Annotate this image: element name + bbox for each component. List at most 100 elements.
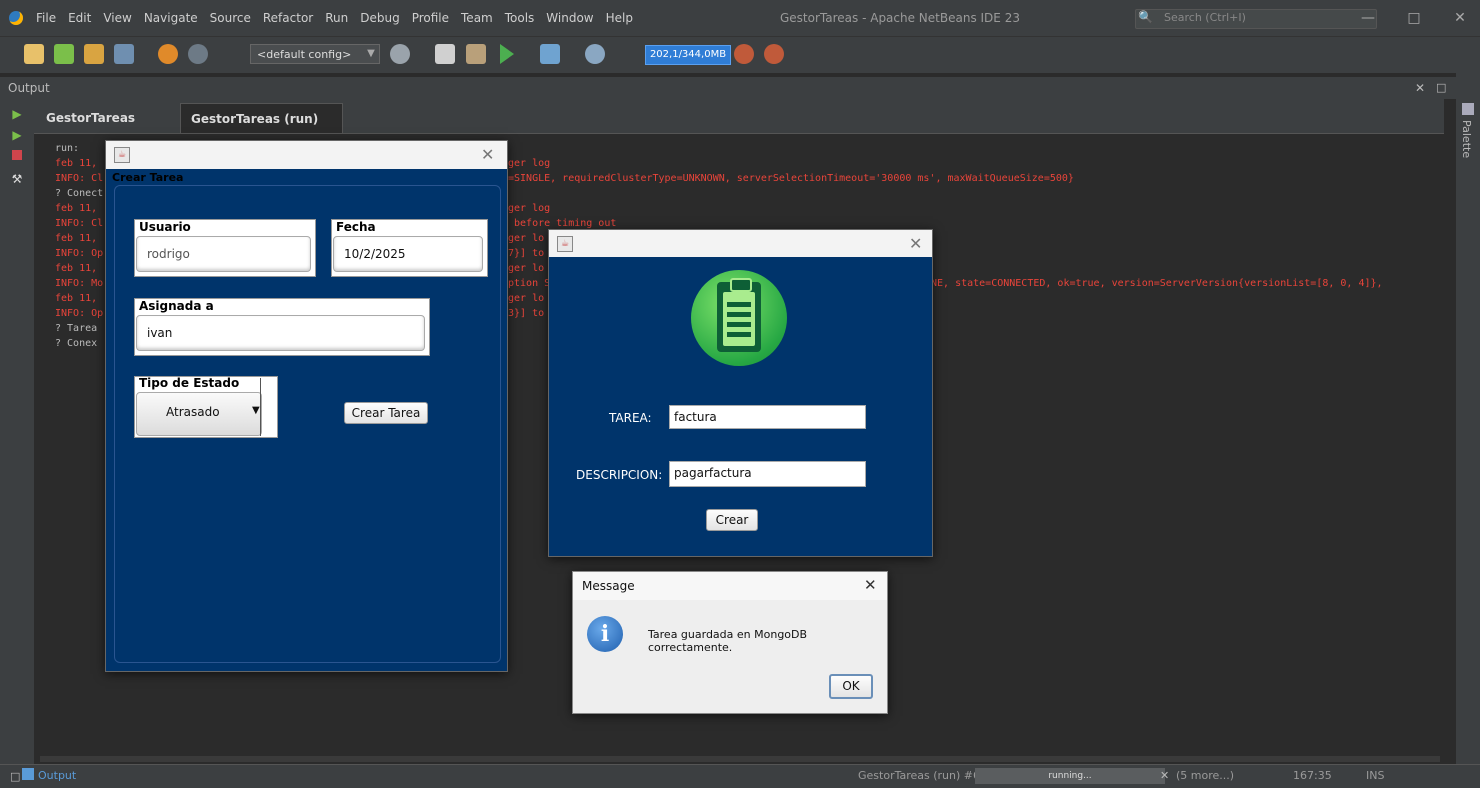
minimize-icon[interactable]: — bbox=[1348, 0, 1388, 36]
checklist-line bbox=[727, 332, 751, 337]
console-line: INFO: Op bbox=[55, 248, 104, 259]
menu-help[interactable]: Help bbox=[600, 11, 639, 25]
console-line: feb 11, bbox=[55, 203, 98, 214]
target-icon[interactable] bbox=[390, 44, 410, 64]
descripcion-field[interactable]: pagarfactura bbox=[669, 461, 866, 487]
console-line: feb 11, bbox=[55, 158, 98, 169]
new-file-icon[interactable] bbox=[24, 44, 44, 64]
cancel-task-icon[interactable]: ✕ bbox=[1160, 768, 1169, 784]
asignada-field[interactable]: ivan bbox=[136, 315, 425, 351]
info-icon: i bbox=[587, 616, 623, 652]
window-title: GestorTareas - Apache NetBeans IDE 23 bbox=[780, 11, 1020, 25]
memory-snapshot-icon[interactable] bbox=[764, 44, 784, 64]
console-line: ? Conex bbox=[55, 338, 98, 349]
console-line: INFO: Op bbox=[55, 308, 104, 319]
console-line-fragment: ger log bbox=[508, 203, 551, 214]
garbage-collect-icon[interactable] bbox=[734, 44, 754, 64]
close-icon[interactable]: ✕ bbox=[481, 145, 494, 164]
close-icon[interactable]: ✕ bbox=[1415, 77, 1425, 99]
tarea-field[interactable]: factura bbox=[669, 405, 866, 429]
console-line: ? Tarea bbox=[55, 323, 98, 334]
clipboard-paper bbox=[723, 292, 755, 346]
console-line-fragment: ger lo bbox=[508, 233, 545, 244]
fecha-field[interactable]: 10/2/2025 bbox=[333, 236, 483, 272]
message-dialog: Message ✕ i Tarea guardada en MongoDB co… bbox=[572, 571, 888, 714]
menu-refactor[interactable]: Refactor bbox=[257, 11, 319, 25]
console-line-fragment: NE, state=CONNECTED, ok=true, version=Se… bbox=[931, 278, 1383, 289]
console-line-fragment: ger lo bbox=[508, 293, 545, 304]
close-window-icon[interactable]: ✕ bbox=[1440, 0, 1480, 36]
tarea-window: ☕ ✕ TAREA: factura DESCRIPCION: pagarfac… bbox=[548, 229, 933, 557]
progress-bar[interactable]: running... bbox=[975, 768, 1165, 784]
menu-profile[interactable]: Profile bbox=[406, 11, 455, 25]
select-divider bbox=[260, 378, 261, 436]
output-button[interactable]: Output bbox=[38, 768, 76, 784]
maximize-icon[interactable]: □ bbox=[1394, 0, 1434, 36]
menu-source[interactable]: Source bbox=[204, 11, 257, 25]
menu-edit[interactable]: Edit bbox=[62, 11, 97, 25]
rerun-icon[interactable]: ▶ bbox=[10, 107, 24, 121]
menu-window[interactable]: Window bbox=[540, 11, 599, 25]
debug-icon[interactable] bbox=[540, 44, 560, 64]
more-tasks-link[interactable]: (5 more...) bbox=[1176, 768, 1234, 784]
console-line: INFO: Cl bbox=[55, 173, 104, 184]
redo-icon[interactable] bbox=[188, 44, 208, 64]
usuario-label: Usuario bbox=[139, 220, 191, 234]
build-hammer-icon[interactable] bbox=[435, 44, 455, 64]
caret-position: 167:35 bbox=[1293, 769, 1332, 782]
rerun-with-args-icon[interactable]: ▶ bbox=[10, 128, 24, 142]
save-all-icon[interactable] bbox=[114, 44, 134, 64]
maximize-panel-icon[interactable]: □ bbox=[1436, 77, 1446, 99]
menu-bar: File Edit View Navigate Source Refactor Run Deb… bbox=[30, 0, 639, 36]
usuario-field[interactable]: rodrigo bbox=[136, 236, 311, 272]
tab-gestortareas-run[interactable]: GestorTareas (run) × bbox=[36, 103, 178, 155]
menu-team[interactable]: Team bbox=[455, 11, 499, 25]
menu-view[interactable]: View bbox=[97, 11, 137, 25]
stop-icon[interactable] bbox=[12, 150, 22, 160]
open-project-icon[interactable] bbox=[84, 44, 104, 64]
search-placeholder: Search (Ctrl+I) bbox=[1164, 11, 1246, 24]
crear-tarea-window: ☕ ✕ Crear Tarea Usuario rodrigo Fecha 10… bbox=[105, 140, 508, 672]
chevron-down-icon[interactable]: ▼ bbox=[364, 44, 378, 64]
clean-build-icon[interactable] bbox=[466, 44, 486, 64]
close-icon[interactable]: ✕ bbox=[864, 576, 877, 594]
menu-file[interactable]: File bbox=[30, 11, 62, 25]
crear-tarea-button[interactable]: Crear Tarea bbox=[344, 402, 428, 424]
run-icon[interactable] bbox=[500, 44, 514, 64]
memory-meter[interactable]: 202,1/344,0MB bbox=[645, 45, 731, 65]
palette-tab[interactable]: Palette bbox=[1460, 120, 1473, 158]
menu-tools[interactable]: Tools bbox=[499, 11, 541, 25]
undo-icon[interactable] bbox=[158, 44, 178, 64]
close-icon[interactable]: ✕ bbox=[909, 234, 922, 253]
output-icon bbox=[22, 768, 34, 780]
ok-button[interactable]: OK bbox=[829, 674, 873, 699]
profile-icon[interactable] bbox=[585, 44, 605, 64]
netbeans-logo-icon bbox=[9, 11, 23, 25]
output-title: Output bbox=[8, 81, 50, 95]
palette-strip bbox=[1456, 72, 1480, 772]
settings-icon[interactable]: ⚒ bbox=[10, 172, 24, 186]
palette-icon[interactable] bbox=[1462, 103, 1474, 115]
menu-run[interactable]: Run bbox=[319, 11, 354, 25]
menu-navigate[interactable]: Navigate bbox=[138, 11, 204, 25]
estado-label: Tipo de Estado bbox=[139, 376, 240, 390]
console-line-fragment: =SINGLE, requiredClusterType=UNKNOWN, se… bbox=[508, 173, 1074, 184]
horizontal-scrollbar[interactable] bbox=[40, 756, 1440, 762]
window-icon[interactable]: □ bbox=[10, 770, 20, 783]
window-titlebar bbox=[549, 230, 932, 257]
config-select[interactable]: <default config> bbox=[250, 44, 380, 64]
checklist-line bbox=[727, 302, 751, 307]
checklist-line bbox=[727, 322, 751, 327]
search-icon: 🔍 bbox=[1138, 10, 1153, 24]
new-project-icon[interactable] bbox=[54, 44, 74, 64]
console-line-fragment: 3}] to bbox=[508, 308, 545, 319]
tab-gestortareas-run-6[interactable]: GestorTareas (run) #6 × bbox=[180, 103, 343, 156]
console-line: ? Conect bbox=[55, 188, 104, 199]
insert-mode: INS bbox=[1366, 769, 1385, 782]
menu-debug[interactable]: Debug bbox=[354, 11, 405, 25]
dialog-message: Tarea guardada en MongoDB correctamente. bbox=[648, 628, 808, 654]
console-line-fragment: 7}] to bbox=[508, 248, 545, 259]
checklist-line bbox=[727, 312, 751, 317]
crear-button[interactable]: Crear bbox=[706, 509, 758, 531]
dropdown-arrow-icon[interactable]: ▼ bbox=[252, 405, 260, 416]
